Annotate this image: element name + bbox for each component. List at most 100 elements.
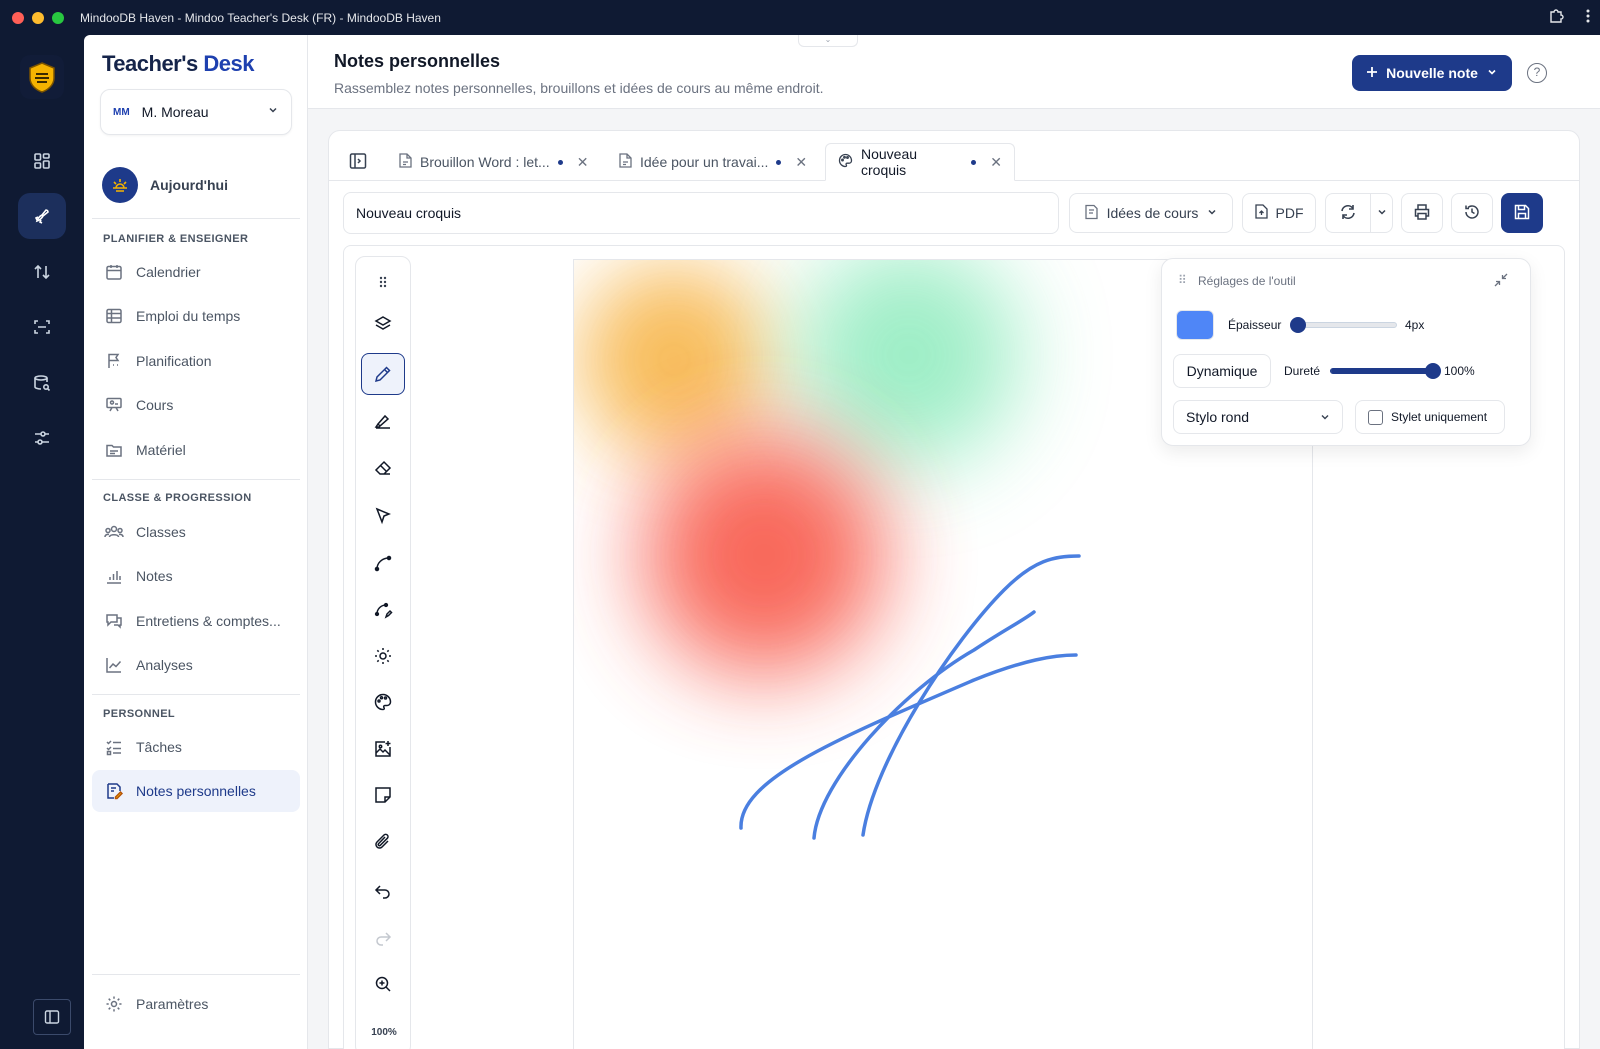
pen-stroke (861, 554, 1081, 837)
sidebar-item-taches[interactable]: Tâches (92, 726, 300, 768)
sidebar-item-planification[interactable]: Planification (92, 340, 300, 382)
thickness-value: 4px (1405, 318, 1425, 332)
editor-card: Brouillon Word : let... ✕ Idée pour un t… (328, 130, 1580, 1049)
palette-icon[interactable] (361, 681, 405, 723)
chevron-down-icon (267, 103, 279, 121)
sidebar-item-cours[interactable]: Cours (92, 384, 300, 426)
attachment-icon[interactable] (361, 821, 405, 863)
undo-icon[interactable] (361, 870, 405, 912)
note-title-input[interactable] (343, 192, 1059, 234)
minimize-window-button[interactable] (32, 11, 44, 24)
stylus-only-checkbox[interactable] (1368, 409, 1383, 425)
save-button[interactable] (1501, 193, 1543, 233)
checklist-icon (104, 737, 124, 757)
printer-icon (1413, 203, 1431, 224)
hardness-thumb[interactable] (1425, 363, 1441, 379)
page-subtitle: Rassemblez notes personnelles, brouillon… (334, 80, 824, 96)
more-vertical-icon[interactable] (1586, 8, 1590, 27)
user-name: M. Moreau (141, 104, 209, 120)
zoom-in-icon[interactable] (361, 963, 405, 1005)
green-blob (799, 260, 1019, 465)
highlighter-icon[interactable] (361, 400, 405, 442)
chevron-down-icon[interactable] (1376, 205, 1388, 221)
collapse-header-button[interactable]: ⌄ (798, 35, 858, 47)
drag-handle-icon[interactable] (361, 261, 405, 303)
rocket-icon[interactable] (18, 193, 66, 239)
sidebar-item-label: Aujourd'hui (150, 177, 228, 193)
export-pdf-button[interactable]: PDF (1242, 193, 1316, 233)
history-icon (1463, 203, 1481, 224)
sidebar-item-parametres[interactable]: Paramètres (92, 983, 300, 1025)
tab-brouillon-word[interactable]: Brouillon Word : let... ✕ (387, 143, 600, 181)
close-window-button[interactable] (12, 11, 24, 24)
add-image-icon[interactable] (361, 728, 405, 770)
hardness-fill (1331, 368, 1433, 374)
sidebar-item-calendrier[interactable]: Calendrier (92, 251, 300, 293)
brand-part2: Desk (203, 51, 254, 76)
sliders-icon[interactable] (18, 415, 66, 461)
scan-icon[interactable] (18, 304, 66, 350)
toggle-sidebar-button[interactable] (33, 999, 71, 1035)
thickness-thumb[interactable] (1290, 317, 1307, 333)
dynamic-button[interactable]: Dynamique (1173, 354, 1271, 388)
transfer-icon[interactable] (18, 249, 66, 295)
sidebar-item-today[interactable]: Aujourd'hui (102, 167, 228, 203)
category-select[interactable]: Idées de cours (1069, 193, 1233, 233)
unsaved-dot (557, 159, 563, 165)
sidebar-item-classes[interactable]: Classes (92, 511, 300, 553)
stylus-only-label: Stylet uniquement (1391, 410, 1488, 424)
minimize-icon[interactable] (1494, 273, 1508, 292)
close-tab-icon[interactable]: ✕ (990, 154, 1002, 171)
print-button[interactable] (1401, 193, 1443, 233)
users-icon (104, 522, 124, 542)
hardness-slider[interactable] (1330, 363, 1441, 379)
stylus-only-toggle[interactable]: Stylet uniquement (1355, 400, 1505, 434)
eraser-icon[interactable] (361, 447, 405, 489)
sidebar-item-label: Matériel (136, 442, 186, 458)
tab-idee-travail[interactable]: Idée pour un travai... ✕ (607, 143, 819, 181)
sidebar-item-analyses[interactable]: Analyses (92, 644, 300, 686)
file-export-icon (1254, 204, 1268, 222)
refresh-icon (1339, 203, 1357, 224)
sidebar-item-notes[interactable]: Notes (92, 555, 300, 597)
curve-edit-icon[interactable] (361, 589, 405, 631)
document-icon (399, 153, 412, 171)
sidebar-item-entretiens[interactable]: Entretiens & comptes... (92, 600, 300, 642)
zoom-window-button[interactable] (52, 11, 64, 24)
history-button[interactable] (1451, 193, 1493, 233)
sidebar-item-notes-personnelles[interactable]: Notes personnelles (92, 770, 300, 812)
pen-stroke (739, 653, 1078, 830)
close-tab-icon[interactable]: ✕ (577, 154, 589, 171)
thickness-slider[interactable] (1290, 317, 1397, 333)
help-icon[interactable]: ? (1527, 63, 1547, 83)
section-title: PLANIFIER & ENSEIGNER (103, 233, 249, 245)
pencil-icon[interactable] (361, 353, 405, 395)
extension-icon[interactable] (1548, 8, 1564, 27)
layers-icon[interactable] (361, 303, 405, 345)
note-tabs: Brouillon Word : let... ✕ Idée pour un t… (329, 141, 1579, 181)
plus-icon (1366, 65, 1378, 81)
tab-nouveau-croquis[interactable]: Nouveau croquis ✕ (825, 143, 1015, 181)
sidebar-item-materiel[interactable]: Matériel (92, 429, 300, 471)
drag-handle-icon[interactable]: ⠿ (1178, 273, 1187, 287)
brush-label: Stylo rond (1186, 409, 1250, 425)
sticky-note-icon[interactable] (361, 774, 405, 816)
sync-button[interactable] (1325, 193, 1393, 233)
sidebar-item-emploi-du-temps[interactable]: Emploi du temps (92, 295, 300, 337)
database-search-icon[interactable] (18, 360, 66, 406)
panel-toggle-icon[interactable] (349, 152, 367, 175)
brightness-icon[interactable] (361, 635, 405, 677)
brush-select[interactable]: Stylo rond (1173, 400, 1343, 434)
curve-icon[interactable] (361, 542, 405, 584)
dashboard-icon[interactable] (18, 138, 66, 184)
select-pointer-icon[interactable] (361, 495, 405, 537)
user-selector[interactable]: MM M. Moreau (100, 89, 292, 135)
color-swatch[interactable] (1176, 310, 1214, 340)
close-tab-icon[interactable]: ✕ (795, 154, 807, 171)
window-titlebar: MindooDB Haven - Mindoo Teacher's Desk (… (0, 0, 1600, 35)
orange-blob (579, 265, 769, 455)
sidebar-item-label: Cours (136, 397, 174, 413)
page-header: ⌄ Notes personnelles Rassemblez notes pe… (308, 35, 1600, 109)
new-note-button[interactable]: Nouvelle note (1352, 55, 1512, 91)
redo-icon[interactable] (361, 917, 405, 959)
